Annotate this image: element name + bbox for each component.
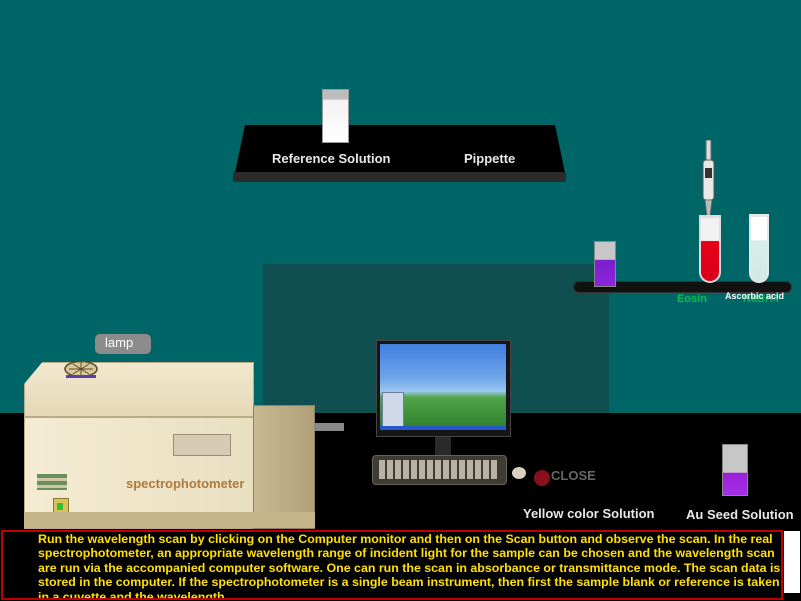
au-seed-cuvette[interactable] (722, 444, 748, 496)
spectrophotometer-vent (37, 474, 67, 490)
top-shelf-edge (233, 172, 566, 182)
instructions-box: Run the wavelength scan by clicking on t… (1, 530, 783, 600)
ascorbic-acid-label: Ascorbic acid (725, 291, 785, 301)
reference-cuvette[interactable] (322, 89, 349, 143)
computer-mouse (512, 467, 526, 479)
lamp-icon[interactable] (64, 360, 98, 378)
eosin-label: Eosin (677, 293, 707, 305)
monitor-screen[interactable] (380, 344, 506, 430)
eosin-test-tube[interactable] (699, 215, 721, 283)
computer-cable (314, 423, 344, 431)
spectrophotometer-base (24, 512, 315, 528)
yellow-solution-label: Yellow color Solution (523, 506, 655, 521)
keyboard (372, 455, 507, 485)
instructions-scrollbar[interactable] (784, 531, 800, 593)
close-label[interactable]: CLOSE (551, 468, 596, 483)
spectrophotometer-lid (24, 362, 254, 417)
close-button[interactable] (534, 470, 550, 486)
keyboard-keys (379, 460, 499, 479)
reference-solution-label: Reference Solution (272, 151, 391, 166)
pipette-label: Pippette (464, 151, 516, 166)
ascorbic-acid-test-tube[interactable] (749, 214, 769, 283)
spectrophotometer-label: spectrophotometer (126, 476, 245, 491)
monitor-stand (435, 437, 451, 455)
desktop-window (382, 392, 404, 428)
purple-cuvette[interactable] (594, 241, 616, 287)
spectrophotometer-control-panel (173, 434, 231, 456)
spectrophotometer-side (253, 405, 315, 529)
lamp-label: lamp (105, 335, 134, 350)
taskbar (380, 426, 506, 430)
instructions-text: Run the wavelength scan by clicking on t… (38, 532, 781, 600)
au-seed-solution-label: Au Seed Solution (686, 507, 794, 522)
pipette-icon[interactable] (697, 140, 719, 225)
power-indicator-icon (57, 503, 63, 510)
